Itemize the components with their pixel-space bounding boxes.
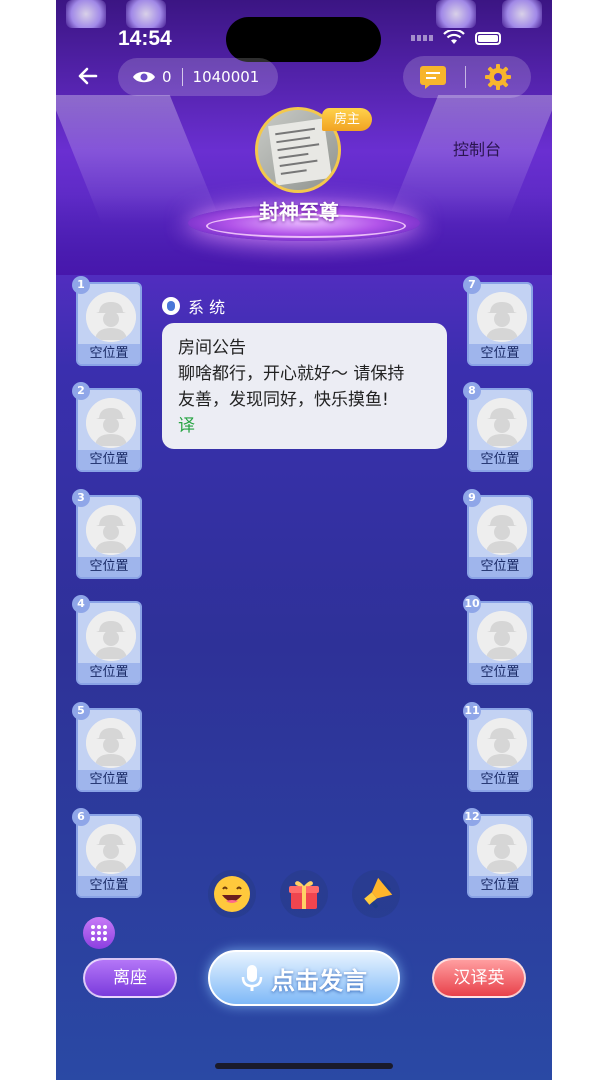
megaphone-icon bbox=[364, 877, 393, 909]
seat-12[interactable]: 12 空位置 bbox=[463, 808, 533, 898]
room-id: 1040001 bbox=[192, 68, 260, 86]
empty-avatar-icon bbox=[86, 398, 136, 448]
seat-2[interactable]: 2 空位置 bbox=[72, 382, 142, 472]
seat-label: 空位置 bbox=[78, 450, 140, 470]
empty-avatar-icon bbox=[477, 398, 527, 448]
seat-3[interactable]: 3 空位置 bbox=[72, 489, 142, 579]
seat-number: 11 bbox=[463, 702, 481, 720]
stage-light bbox=[126, 0, 166, 28]
host-name: 封神至尊 bbox=[259, 200, 339, 224]
grid-icon bbox=[91, 925, 107, 941]
empty-avatar-icon bbox=[86, 718, 136, 768]
seat-label: 空位置 bbox=[469, 450, 531, 470]
emoji-icon bbox=[214, 876, 250, 912]
stage-light bbox=[502, 0, 542, 28]
empty-avatar-icon bbox=[477, 505, 527, 555]
seat-8[interactable]: 8 空位置 bbox=[463, 382, 533, 472]
emoji-button[interactable] bbox=[208, 870, 256, 918]
seat-11[interactable]: 11 空位置 bbox=[463, 702, 533, 792]
translate-cn-en-button[interactable]: 汉译英 bbox=[432, 958, 526, 998]
empty-avatar-icon bbox=[86, 824, 136, 874]
stage-light bbox=[436, 0, 476, 28]
seat-1[interactable]: 1 空位置 bbox=[72, 276, 142, 366]
seat-7[interactable]: 7 空位置 bbox=[463, 276, 533, 366]
seat-number: 1 bbox=[72, 276, 90, 294]
empty-avatar-icon bbox=[477, 292, 527, 342]
console-link[interactable]: 控制台 bbox=[453, 136, 501, 160]
seat-number: 4 bbox=[72, 595, 90, 613]
viewer-count: 0 bbox=[162, 68, 172, 86]
seat-label: 空位置 bbox=[469, 876, 531, 896]
seat-5[interactable]: 5 空位置 bbox=[72, 702, 142, 792]
divider bbox=[181, 68, 183, 86]
phone-screen: 14:54 0 1040001 控制台 房主 封神至尊 1 空位置 2 空位置 … bbox=[56, 0, 552, 1080]
system-avatar-icon bbox=[162, 297, 180, 315]
divider bbox=[465, 66, 466, 88]
empty-avatar-icon bbox=[477, 824, 527, 874]
speak-label: 点击发言 bbox=[271, 966, 367, 995]
home-indicator bbox=[215, 1063, 393, 1069]
seat-6[interactable]: 6 空位置 bbox=[72, 808, 142, 898]
room-info-pill: 0 1040001 bbox=[118, 58, 278, 96]
signal-icon bbox=[411, 35, 433, 41]
seat-number: 12 bbox=[463, 808, 481, 826]
translate-link[interactable]: 译 bbox=[178, 413, 431, 439]
empty-avatar-icon bbox=[86, 292, 136, 342]
seat-number: 5 bbox=[72, 702, 90, 720]
message-icon[interactable] bbox=[419, 65, 447, 89]
message-line: 聊啥都行，开心就好～ 请保持 bbox=[178, 364, 405, 384]
gift-icon bbox=[289, 881, 319, 909]
eye-icon bbox=[133, 71, 155, 83]
seat-number: 3 bbox=[72, 489, 90, 507]
seat-9[interactable]: 9 空位置 bbox=[463, 489, 533, 579]
seat-number: 8 bbox=[463, 382, 481, 400]
seat-label: 空位置 bbox=[469, 344, 531, 364]
announcement-bubble: 房间公告 聊啥都行，开心就好～ 请保持 友善，发现同好，快乐摸鱼! 译 bbox=[162, 323, 447, 449]
gift-button[interactable] bbox=[280, 870, 328, 918]
wifi-icon bbox=[443, 30, 465, 44]
header-actions bbox=[403, 56, 531, 98]
empty-avatar-icon bbox=[477, 611, 527, 661]
seat-number: 9 bbox=[463, 489, 481, 507]
seat-label: 空位置 bbox=[78, 663, 140, 683]
seat-number: 2 bbox=[72, 382, 90, 400]
mic-icon bbox=[241, 965, 263, 991]
empty-avatar-icon bbox=[86, 611, 136, 661]
seat-4[interactable]: 4 空位置 bbox=[72, 595, 142, 685]
back-arrow-icon[interactable] bbox=[74, 62, 102, 90]
status-icons bbox=[411, 30, 501, 46]
seat-label: 空位置 bbox=[469, 770, 531, 790]
battery-icon bbox=[475, 31, 501, 45]
leave-seat-button[interactable]: 离座 bbox=[83, 958, 177, 998]
stage-light bbox=[66, 0, 106, 28]
seat-number: 10 bbox=[463, 595, 481, 613]
seat-number: 6 bbox=[72, 808, 90, 826]
seat-number: 7 bbox=[463, 276, 481, 294]
sender-name: 系 统 bbox=[188, 298, 226, 317]
seat-label: 空位置 bbox=[78, 770, 140, 790]
more-button[interactable] bbox=[83, 917, 115, 949]
dynamic-island bbox=[226, 17, 381, 62]
seat-label: 空位置 bbox=[469, 663, 531, 683]
speak-button[interactable]: 点击发言 bbox=[208, 950, 400, 1006]
host-badge: 房主 bbox=[322, 108, 372, 131]
broadcast-button[interactable] bbox=[352, 870, 400, 918]
seat-label: 空位置 bbox=[78, 557, 140, 577]
seat-label: 空位置 bbox=[78, 344, 140, 364]
empty-avatar-icon bbox=[477, 718, 527, 768]
message-line: 友善，发现同好，快乐摸鱼! bbox=[178, 390, 389, 410]
seat-10[interactable]: 10 空位置 bbox=[463, 595, 533, 685]
gear-icon[interactable] bbox=[484, 63, 512, 91]
system-sender: 系 统 bbox=[162, 294, 225, 318]
seat-label: 空位置 bbox=[469, 557, 531, 577]
message-line: 房间公告 bbox=[178, 338, 246, 358]
seat-label: 空位置 bbox=[78, 876, 140, 896]
empty-avatar-icon bbox=[86, 505, 136, 555]
status-time: 14:54 bbox=[118, 27, 172, 50]
